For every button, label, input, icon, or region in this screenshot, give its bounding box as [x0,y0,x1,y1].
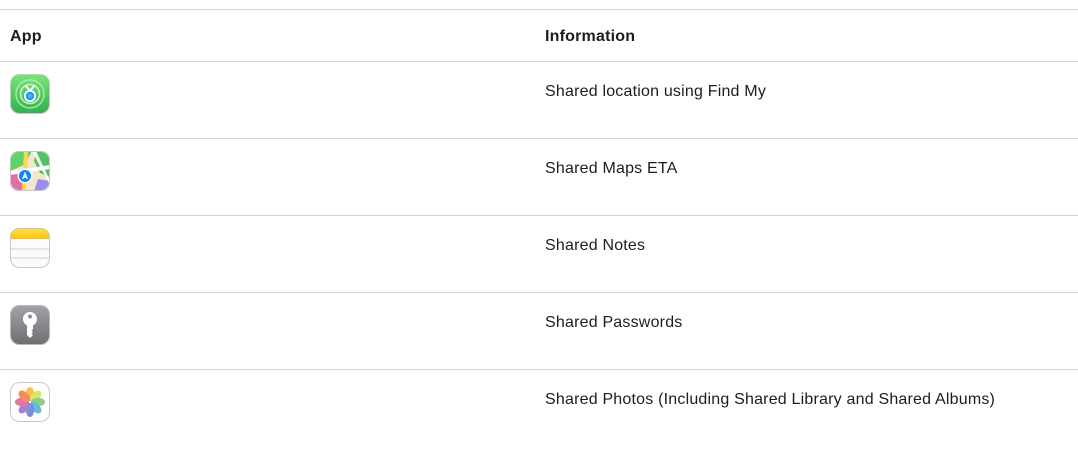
information-cell: Shared Photos (Including Shared Library … [545,391,996,408]
find-my-icon [10,74,50,114]
column-header-information: Information [545,28,636,45]
maps-icon [10,151,50,191]
table-row: Shared Maps ETA [0,139,1078,216]
information-cell: Shared location using Find My [545,83,767,100]
information-cell: Shared Notes [545,237,646,254]
information-cell: Shared Maps ETA [545,160,678,177]
table-header-row: App Information [0,10,1078,62]
table-row: Shared Notes [0,216,1078,293]
shared-apps-table: App Information Shared location using Fi… [0,9,1078,450]
table-row: Shared Passwords [0,293,1078,370]
table-row: Shared Photos (Including Shared Library … [0,370,1078,450]
photos-icon [10,382,50,422]
information-cell: Shared Passwords [545,314,683,331]
column-header-app: App [10,28,42,45]
table-row: Shared location using Find My [0,62,1078,139]
passwords-icon [10,305,50,345]
notes-icon [10,228,50,268]
